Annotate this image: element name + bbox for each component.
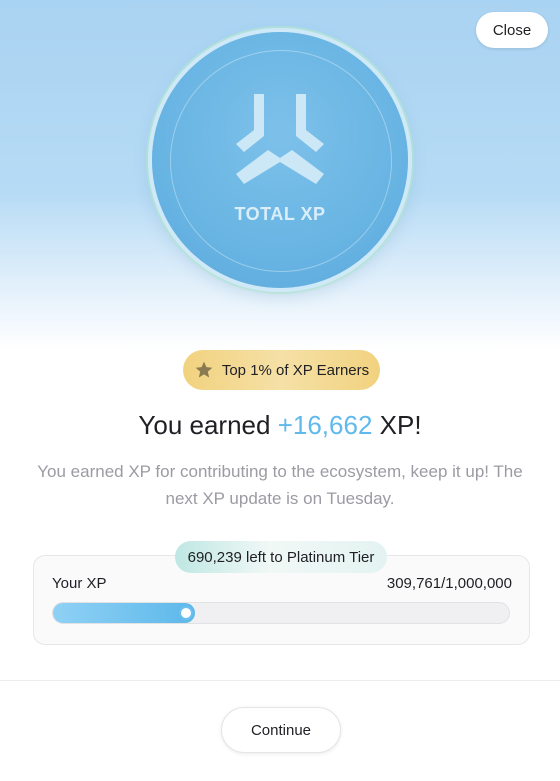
headline-prefix: You earned	[138, 410, 271, 440]
xp-earned-amount: +16,662	[277, 410, 373, 440]
xp-progress-fill	[53, 603, 195, 623]
footer-divider	[0, 680, 560, 681]
xp-progress-value: 309,761/1,000,000	[386, 575, 512, 592]
badge-label: Top 1% of XP Earners	[221, 361, 370, 379]
xp-progress-thumb	[179, 606, 193, 620]
coin-label: TOTAL XP	[234, 204, 326, 224]
description-text: You earned XP for contributing to the ec…	[37, 462, 523, 508]
star-icon	[195, 361, 213, 378]
continue-button[interactable]: Continue	[221, 707, 341, 753]
total-xp-coin: TOTAL XP	[152, 32, 408, 288]
xp-earned-heading: You earned +16,662 XP!	[0, 410, 560, 441]
xp-logo-icon	[236, 94, 324, 184]
your-xp-label: Your XP	[52, 575, 107, 592]
xp-progress-bar	[52, 602, 510, 624]
remaining-to-tier-pill: 690,239 left to Platinum Tier	[175, 541, 387, 573]
rank-badge: Top 1% of XP Earners	[183, 350, 380, 390]
headline-suffix: XP!	[379, 410, 422, 440]
close-button[interactable]: Close	[476, 12, 548, 48]
